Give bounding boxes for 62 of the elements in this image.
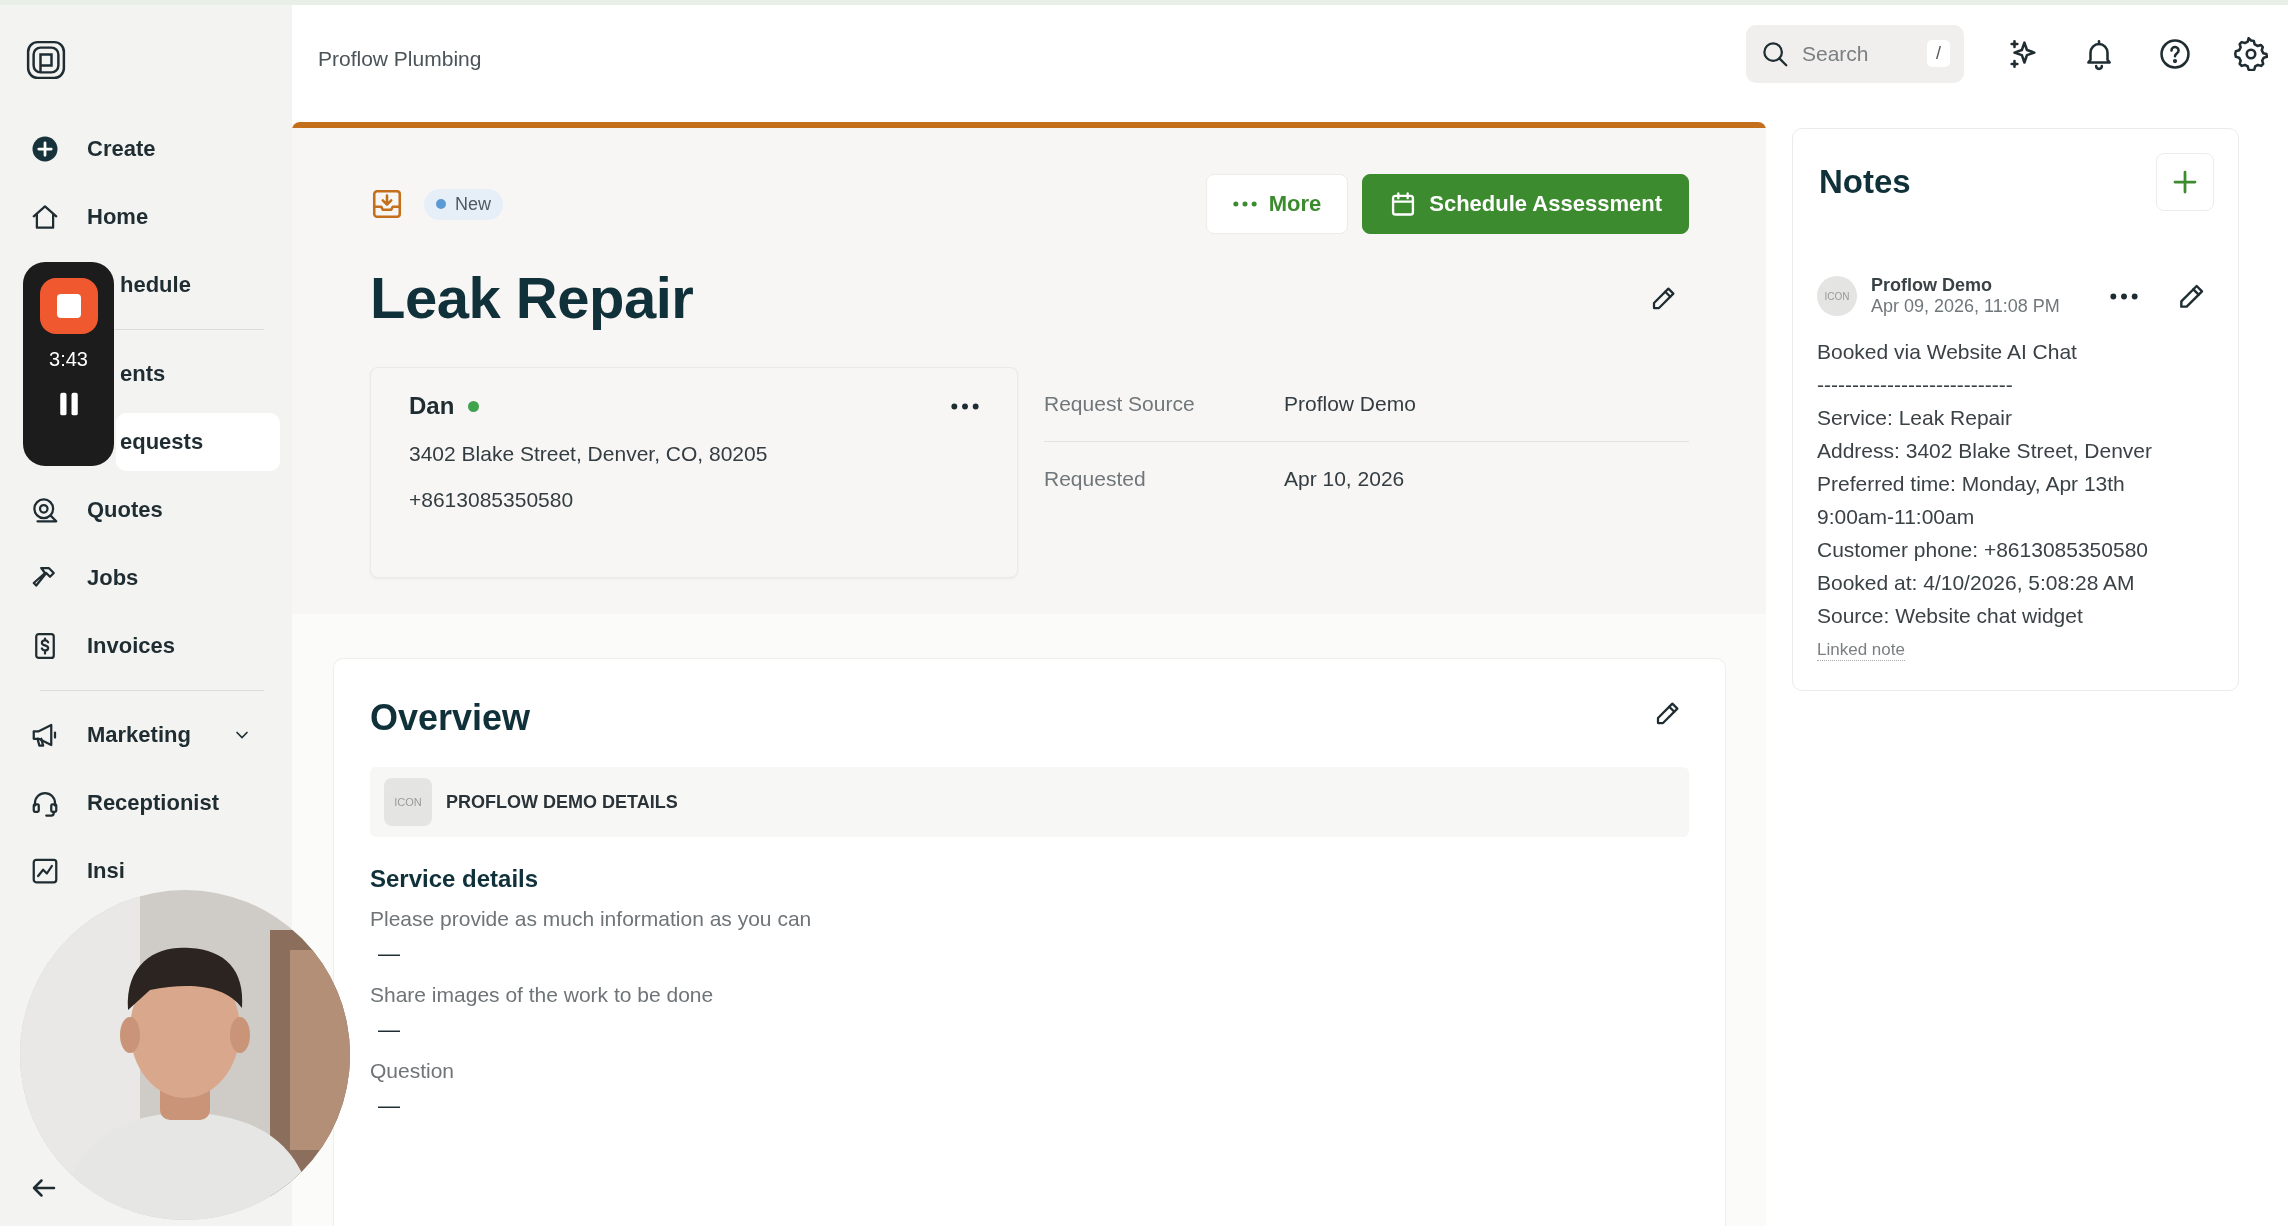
nav-item[interactable]: Quotes	[12, 481, 280, 539]
nav-item[interactable]: Home	[12, 188, 280, 246]
ellipsis-icon	[1232, 201, 1257, 207]
help-icon[interactable]	[2158, 37, 2192, 71]
stop-button[interactable]	[39, 278, 98, 334]
nav-item[interactable]: Receptionist	[12, 774, 280, 832]
schedule-button[interactable]: Schedule Assessment	[1362, 174, 1689, 234]
nav-item[interactable]: Invoices	[12, 617, 280, 675]
client-name: Dan	[409, 392, 455, 420]
note-time: Apr 09, 2026, 11:08 PM	[1871, 296, 2060, 317]
detail-label: Request Source	[1044, 392, 1196, 416]
notes-title: Notes	[1819, 163, 1911, 201]
placeholder-text: ICON	[394, 796, 422, 808]
nav-item[interactable]: ents	[116, 345, 280, 403]
field-value: —	[378, 1093, 401, 1119]
inbox-icon	[370, 187, 404, 221]
detail-value: Apr 10, 2026	[1284, 467, 1405, 491]
field-label: Question	[370, 1059, 456, 1083]
request-title: Leak Repair	[370, 264, 694, 331]
search-icon	[1760, 39, 1790, 69]
field-label: Please provide as much information as you can	[370, 907, 813, 931]
detail-value: Proflow Demo	[1284, 392, 1416, 416]
status-badge: New	[424, 188, 503, 220]
nav-item[interactable]: Create	[12, 120, 280, 178]
note-line: 9:00am-11:00am	[1817, 504, 1976, 530]
field-value: —	[378, 941, 401, 967]
chart-icon	[30, 856, 60, 886]
section-title: Overview	[370, 697, 531, 739]
plus-circle-icon	[30, 134, 60, 164]
note-line: Booked via Website AI Chat	[1817, 339, 2078, 365]
nav-item[interactable]: Jobs	[12, 549, 280, 607]
note-line: ----------------------------	[1817, 372, 2014, 398]
subsection-title: Service details	[370, 865, 540, 893]
field-label: Share images of the work to be done	[370, 983, 715, 1007]
lens-icon	[30, 495, 60, 525]
nav-item[interactable]: equests	[116, 413, 280, 471]
ellipsis-icon[interactable]	[951, 402, 979, 410]
note-author: Proflow Demo	[1871, 275, 1993, 296]
section-heading: PROFLOW DEMO DETAILS	[446, 791, 678, 813]
nav-item[interactable]: Marketing	[12, 706, 280, 764]
add-note-button[interactable]	[2156, 153, 2214, 211]
client-address: 3402 Blake Street, Denver, CO, 80205	[409, 442, 769, 466]
breadcrumb[interactable]: Proflow Plumbing	[318, 47, 482, 71]
settings-icon[interactable]	[2234, 37, 2268, 71]
ellipsis-icon[interactable]	[2110, 292, 2138, 300]
note-line: Service: Leak Repair	[1817, 405, 2013, 431]
nav-item[interactable]: Insi	[12, 842, 280, 900]
linked-note-link[interactable]: Linked note	[1817, 640, 1905, 661]
nav-item[interactable]: hedule	[116, 256, 280, 314]
note-line: Preferred time: Monday, Apr 13th	[1817, 471, 2126, 497]
logo-icon	[24, 38, 68, 82]
more-button[interactable]: More	[1205, 174, 1349, 234]
field-value: —	[378, 1017, 401, 1043]
recording-time: 3:43	[49, 348, 88, 371]
note-line: Source: Website chat widget	[1817, 603, 2084, 629]
home-icon	[30, 202, 60, 232]
detail-label: Requested	[1044, 467, 1147, 491]
avatar: ICON	[1817, 276, 1857, 316]
note-line: Customer phone: +8613085350580	[1817, 537, 2150, 563]
note-line: Address: 3402 Blake Street, Denver	[1817, 438, 2153, 464]
client-phone: +8613085350580	[409, 488, 575, 512]
note-line: Booked at: 4/10/2026, 5:08:28 AM	[1817, 570, 2136, 596]
